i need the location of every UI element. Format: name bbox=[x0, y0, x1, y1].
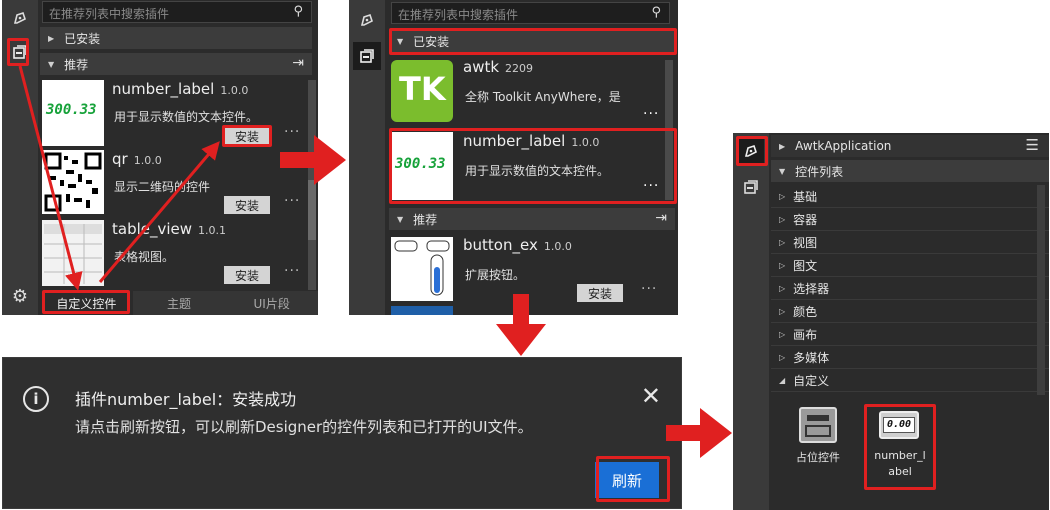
close-icon[interactable]: ✕ bbox=[641, 382, 661, 410]
number-label-widget-label-line2: abel bbox=[888, 465, 912, 478]
arrow-to-custom-tab bbox=[18, 65, 220, 291]
category-container[interactable]: ▷ 容器 bbox=[771, 208, 1049, 231]
plugin-version: 2209 bbox=[505, 62, 534, 75]
search-icon[interactable]: ⚲ bbox=[651, 5, 661, 20]
recommended-label: 推荐 bbox=[413, 212, 438, 227]
plugin-manager-icon[interactable] bbox=[739, 175, 763, 199]
plugin-name: number_label 1.0.0 bbox=[463, 132, 599, 150]
awtk-logo-text: TK bbox=[399, 70, 446, 108]
install-success-toast: i 插件number_label：安装成功 请点击刷新按钮，可以刷新Design… bbox=[2, 357, 682, 509]
number-label-widget-icon: 0.00 bbox=[879, 411, 919, 439]
expanded-triangle-icon: ▼ bbox=[397, 214, 404, 224]
category-label: 多媒体 bbox=[793, 350, 830, 365]
toast-message: 请点击刷新按钮，可以刷新Designer的控件列表和已打开的UI文件。 bbox=[75, 418, 533, 436]
category-color[interactable]: ▷ 颜色 bbox=[771, 300, 1049, 323]
category-selector[interactable]: ▷ 选择器 bbox=[771, 277, 1049, 300]
number-label-icon-text: 0.00 bbox=[883, 417, 915, 433]
widget-list-panel: ▶ AwtkApplication ☰ ▼ 控件列表 ▷ 基础 ▷ 容器 ▷ 视图 ▷… bbox=[733, 133, 1049, 510]
plugin-version: 1.0.0 bbox=[571, 136, 600, 149]
number-label-preview: 300.33 bbox=[395, 156, 446, 172]
category-label: 基础 bbox=[793, 189, 818, 204]
awtk-logo: TK bbox=[391, 60, 453, 122]
scrollbar[interactable] bbox=[1037, 185, 1045, 395]
widget-list-label: 控件列表 bbox=[795, 164, 844, 179]
arrow-panel2-to-toast bbox=[496, 294, 546, 356]
refresh-button[interactable]: 刷新 bbox=[595, 462, 659, 498]
expanded-triangle-icon: ▼ bbox=[779, 166, 786, 176]
install-button[interactable]: 安装 bbox=[577, 284, 623, 302]
category-basic[interactable]: ▷ 基础 bbox=[771, 185, 1049, 208]
plugin-name: awtk 2209 bbox=[463, 58, 533, 76]
import-icon[interactable]: ⇥ bbox=[655, 210, 667, 226]
plugin-manager-panel-2: 在推荐列表中搜索插件 ⚲ ▼ 已安装 TK awtk 2209 全称 Toolki… bbox=[349, 0, 678, 315]
category-label: 容器 bbox=[793, 212, 818, 227]
plugin-name-text: awtk bbox=[463, 58, 500, 76]
arrow-toast-to-panel3 bbox=[666, 408, 732, 458]
category-canvas[interactable]: ▷ 画布 bbox=[771, 323, 1049, 346]
plugin-desc: 扩展按钮。 bbox=[465, 268, 526, 282]
category-label: 视图 bbox=[793, 235, 818, 250]
recommended-section-header[interactable]: ▼ 推荐 ⇥ bbox=[389, 208, 675, 230]
left-sidebar bbox=[349, 0, 385, 315]
number-label-widget[interactable]: 0.00 number_l abel bbox=[865, 405, 935, 489]
triangle-icon: ▷ bbox=[779, 191, 786, 201]
category-label: 颜色 bbox=[793, 304, 818, 319]
placeholder-widget-label: 占位控件 bbox=[796, 451, 840, 464]
more-icon[interactable]: ··· bbox=[641, 281, 657, 297]
scrollbar[interactable] bbox=[665, 60, 673, 200]
thermometer-icon bbox=[394, 240, 450, 296]
placeholder-widget-icon bbox=[799, 407, 837, 443]
plugin-name: button_ex 1.0.0 bbox=[463, 236, 572, 254]
partial-next-plugin bbox=[391, 306, 453, 315]
number-label-thumbnail: 300.33 bbox=[391, 132, 453, 200]
installed-section-header[interactable]: ▼ 已安装 bbox=[389, 30, 675, 52]
plugin-manager-icon[interactable] bbox=[353, 42, 381, 70]
plugin-name-text: number_label bbox=[463, 132, 566, 150]
search-input[interactable]: 在推荐列表中搜索插件 ⚲ bbox=[391, 2, 670, 24]
expanded-triangle-icon: ◢ bbox=[779, 375, 786, 385]
installed-label: 已安装 bbox=[413, 34, 450, 49]
plugin-name-text: button_ex bbox=[463, 236, 538, 254]
triangle-icon: ▷ bbox=[779, 214, 786, 224]
search-placeholder: 在推荐列表中搜索插件 bbox=[398, 8, 519, 22]
placeholder-widget[interactable]: 占位控件 bbox=[791, 405, 845, 469]
category-custom[interactable]: ◢ 自定义 bbox=[771, 369, 1049, 392]
triangle-icon: ▷ bbox=[779, 329, 786, 339]
toast-title: 插件number_label：安装成功 bbox=[75, 390, 297, 409]
button-ex-thumbnail bbox=[391, 237, 453, 301]
category-label: 选择器 bbox=[793, 281, 830, 296]
app-header[interactable]: ▶ AwtkApplication ☰ bbox=[771, 135, 1049, 157]
triangle-icon: ▷ bbox=[779, 306, 786, 316]
menu-icon[interactable]: ☰ bbox=[1026, 136, 1039, 154]
collapsed-triangle-icon: ▶ bbox=[779, 141, 786, 151]
category-view[interactable]: ▷ 视图 bbox=[771, 231, 1049, 254]
triangle-icon: ▷ bbox=[779, 283, 786, 293]
triangle-icon: ▷ bbox=[779, 352, 786, 362]
app-label: AwtkApplication bbox=[795, 139, 892, 153]
plugin-desc: 用于显示数值的文本控件。 bbox=[465, 164, 610, 178]
info-icon: i bbox=[23, 386, 49, 412]
triangle-icon: ▷ bbox=[779, 237, 786, 247]
pen-icon[interactable] bbox=[355, 8, 379, 32]
widget-list-header[interactable]: ▼ 控件列表 bbox=[771, 160, 1049, 182]
more-icon[interactable]: ··· bbox=[643, 178, 659, 194]
arrow-panel1-to-panel2 bbox=[280, 135, 346, 185]
category-label: 画布 bbox=[793, 327, 818, 342]
triangle-icon: ▷ bbox=[779, 260, 786, 270]
left-sidebar bbox=[733, 133, 769, 510]
plugin-version: 1.0.0 bbox=[543, 240, 572, 253]
expanded-triangle-icon: ▼ bbox=[397, 36, 404, 46]
number-label-widget-label-line1: number_l bbox=[874, 449, 926, 462]
category-label: 自定义 bbox=[793, 373, 830, 388]
category-multimedia[interactable]: ▷ 多媒体 bbox=[771, 346, 1049, 369]
more-icon[interactable]: ··· bbox=[643, 106, 659, 122]
pen-icon[interactable] bbox=[738, 138, 764, 164]
category-label: 图文 bbox=[793, 258, 818, 273]
category-image-text[interactable]: ▷ 图文 bbox=[771, 254, 1049, 277]
plugin-desc: 全称 Toolkit AnyWhere，是 bbox=[465, 90, 621, 104]
